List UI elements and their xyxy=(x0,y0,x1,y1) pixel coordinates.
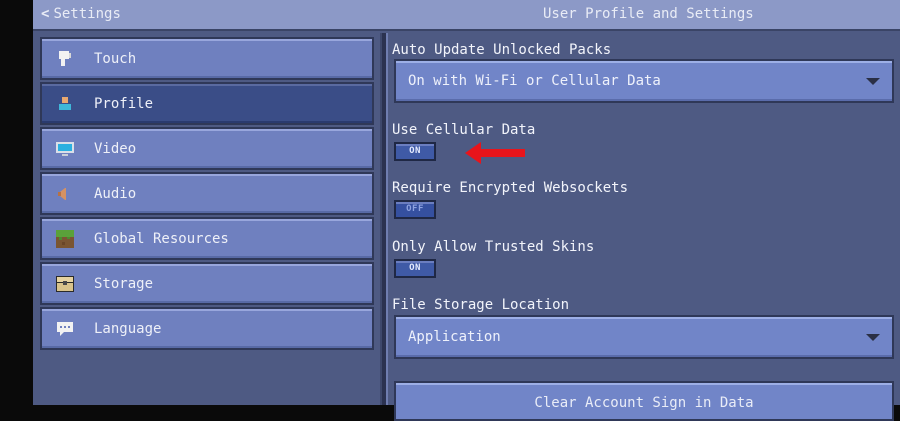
caret-down-icon xyxy=(866,334,880,341)
chest-icon xyxy=(56,276,74,292)
cellular-data-toggle[interactable]: ON xyxy=(394,142,436,161)
speaker-icon xyxy=(58,188,66,200)
sidebar-item-label: Global Resources xyxy=(94,231,229,247)
cellular-data-label: Use Cellular Data xyxy=(392,122,536,138)
sidebar-item-touch[interactable]: Touch xyxy=(40,37,374,80)
trusted-skins-label: Only Allow Trusted Skins xyxy=(392,239,595,255)
sidebar-item-label: Profile xyxy=(94,96,154,112)
page-title: User Profile and Settings xyxy=(543,6,754,22)
arrow-shape xyxy=(465,142,525,164)
settings-sidebar: Touch Profile Video Audio Global Resourc… xyxy=(33,33,380,405)
sidebar-item-label: Storage xyxy=(94,276,154,292)
grass-block-icon xyxy=(56,230,74,248)
chevron-left-icon: < xyxy=(41,6,50,22)
sidebar-item-storage[interactable]: Storage xyxy=(40,262,374,305)
file-storage-dropdown[interactable]: Application xyxy=(394,315,894,359)
sidebar-item-video[interactable]: Video xyxy=(40,127,374,170)
sidebar-item-label: Language xyxy=(94,321,162,337)
settings-content: Auto Update Unlocked Packs On with Wi-Fi… xyxy=(388,33,900,421)
back-button[interactable]: < Settings xyxy=(41,6,121,22)
auto-update-value: On with Wi-Fi or Cellular Data xyxy=(408,73,661,89)
person-icon xyxy=(59,97,71,110)
sidebar-item-language[interactable]: Language xyxy=(40,307,374,350)
trusted-skins-toggle[interactable]: ON xyxy=(394,259,436,278)
settings-screen: < Settings User Profile and Settings Touc… xyxy=(33,0,900,421)
encrypted-websockets-label: Require Encrypted Websockets xyxy=(392,180,629,196)
auto-update-dropdown[interactable]: On with Wi-Fi or Cellular Data xyxy=(394,59,894,103)
red-arrow-annotation xyxy=(465,142,525,164)
sidebar-item-audio[interactable]: Audio xyxy=(40,172,374,215)
top-bar: < Settings User Profile and Settings xyxy=(33,0,900,31)
file-storage-value: Application xyxy=(408,329,501,345)
file-storage-label: File Storage Location xyxy=(392,297,570,313)
sidebar-item-global-resources[interactable]: Global Resources xyxy=(40,217,374,260)
sidebar-item-label: Video xyxy=(94,141,137,157)
sidebar-item-label: Touch xyxy=(94,51,137,67)
speech-bubble-icon xyxy=(57,322,73,336)
monitor-icon xyxy=(56,142,74,156)
panel-divider xyxy=(380,33,388,405)
caret-down-icon xyxy=(866,78,880,85)
auto-update-label: Auto Update Unlocked Packs xyxy=(392,42,612,58)
back-button-label: Settings xyxy=(53,6,121,22)
clear-account-sign-in-label: Clear Account Sign in Data xyxy=(534,395,754,411)
sidebar-item-profile[interactable]: Profile xyxy=(40,82,374,125)
hand-pointer-icon xyxy=(59,51,71,66)
sidebar-item-label: Audio xyxy=(94,186,137,202)
encrypted-websockets-toggle[interactable]: OFF xyxy=(394,200,436,219)
clear-account-sign-in-button[interactable]: Clear Account Sign in Data xyxy=(394,381,894,421)
